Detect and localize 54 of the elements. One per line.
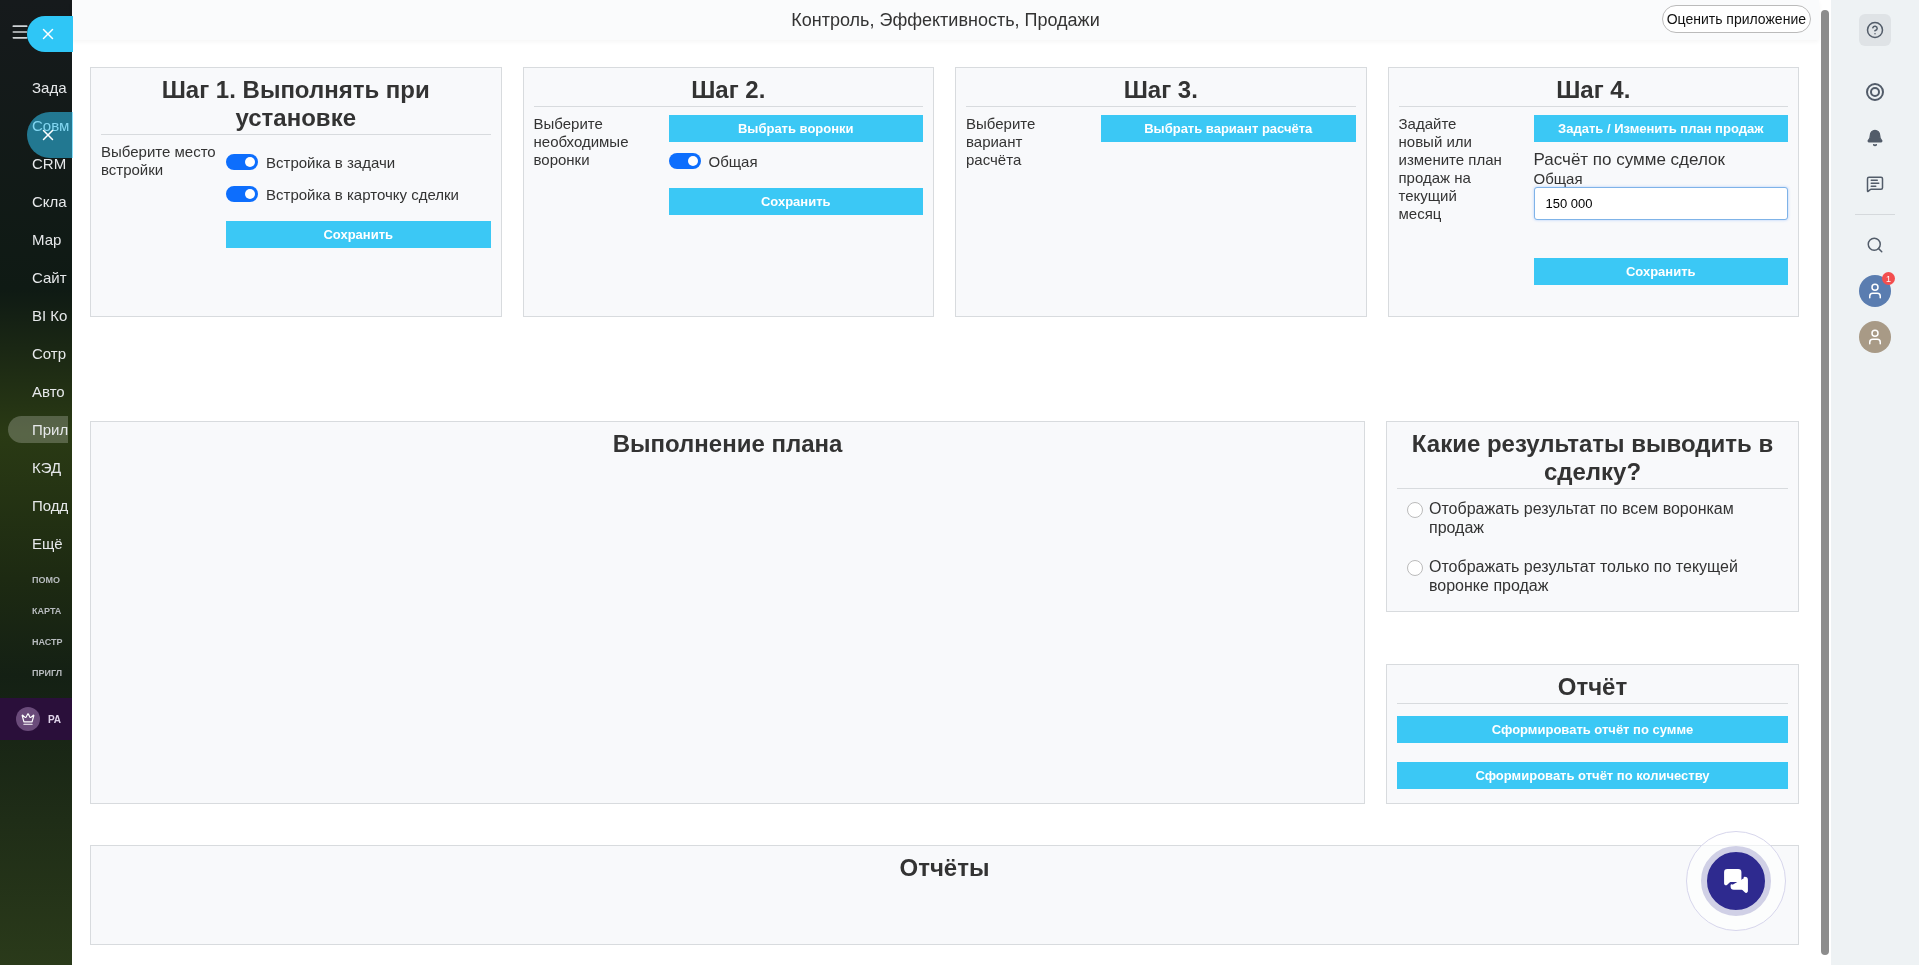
radio-button[interactable]	[1407, 560, 1423, 576]
nav-item[interactable]: Авто	[0, 372, 72, 410]
toggle-switch[interactable]	[226, 186, 258, 202]
notification-badge: 1	[1882, 272, 1895, 285]
chat-icon	[1723, 868, 1749, 894]
step-description: Выберите вариант расчёта	[966, 115, 1037, 169]
close-button[interactable]	[27, 16, 73, 52]
user-avatar[interactable]	[1859, 321, 1891, 353]
nav-item[interactable]: BI Ко	[0, 296, 72, 334]
card-title: Шаг 4.	[1398, 76, 1788, 107]
person-icon	[1866, 328, 1884, 346]
nav-link[interactable]: НАСТР	[0, 626, 72, 657]
nav-item[interactable]: Прил	[8, 415, 69, 443]
nav-link[interactable]: ПРИГЛ	[0, 657, 72, 688]
toggle-label: Встройка в задачи	[266, 153, 396, 171]
nav-item[interactable]: Скла	[0, 182, 72, 220]
toggle-label: Общая	[708, 152, 758, 170]
nav-item[interactable]: КЭД	[0, 448, 72, 486]
toggle-switch[interactable]	[226, 154, 258, 170]
plan-input[interactable]: 150 000	[1533, 187, 1788, 220]
card-title: Отчёты	[899, 854, 990, 882]
card-title: Выполнение плана	[612, 430, 843, 458]
toggle-switch[interactable]	[668, 153, 701, 169]
funnel-label: Общая	[1533, 170, 1584, 187]
crown-icon	[16, 707, 40, 731]
upgrade-label[interactable]: РА	[48, 713, 61, 725]
nav-item[interactable]: Подд	[0, 486, 72, 524]
nav-item[interactable]: Сайт	[0, 258, 72, 296]
nav-item[interactable]: Мар	[0, 220, 72, 258]
step-description: Задайте новый или измените план продаж на текущий месяц	[1398, 115, 1503, 224]
calc-label: Расчёт по сумме сделок	[1533, 150, 1726, 170]
card-title: Шаг 1. Выполнять при установке	[101, 76, 491, 135]
help-icon[interactable]	[1859, 14, 1891, 46]
person-icon	[1866, 282, 1884, 300]
step-description: Выберите необходимые воронки	[533, 115, 630, 170]
rate-app-button[interactable]: Оценить приложение	[1661, 5, 1811, 33]
close-button[interactable]	[27, 112, 73, 158]
radio-label: Отображать результат только по текущей воронке продаж	[1429, 557, 1738, 595]
toggle-label: Встройка в карточку сделки	[266, 185, 459, 203]
nav-item[interactable]: Сотр	[0, 334, 72, 372]
nav-link[interactable]: ПОМО	[0, 564, 72, 595]
menu-icon[interactable]	[10, 22, 30, 42]
card-title: Какие результаты выводить в сделку?	[1397, 430, 1788, 489]
nav-item[interactable]: Зада	[0, 68, 72, 106]
nav-item[interactable]: Ещё	[0, 524, 72, 562]
nav-link[interactable]: КАРТА	[0, 595, 72, 626]
nav-item[interactable]: CRM	[0, 144, 72, 182]
step-description: Выберите место встройки	[101, 143, 217, 180]
page-title: Контроль, Эффективность, Продажи	[791, 9, 1100, 31]
card-title: Шаг 3.	[966, 76, 1356, 107]
card-title: Отчёт	[1397, 673, 1788, 704]
card-title: Шаг 2.	[533, 76, 923, 107]
radio-label: Отображать результат по всем воронкам продаж	[1429, 499, 1735, 537]
radio-button[interactable]	[1407, 502, 1423, 518]
